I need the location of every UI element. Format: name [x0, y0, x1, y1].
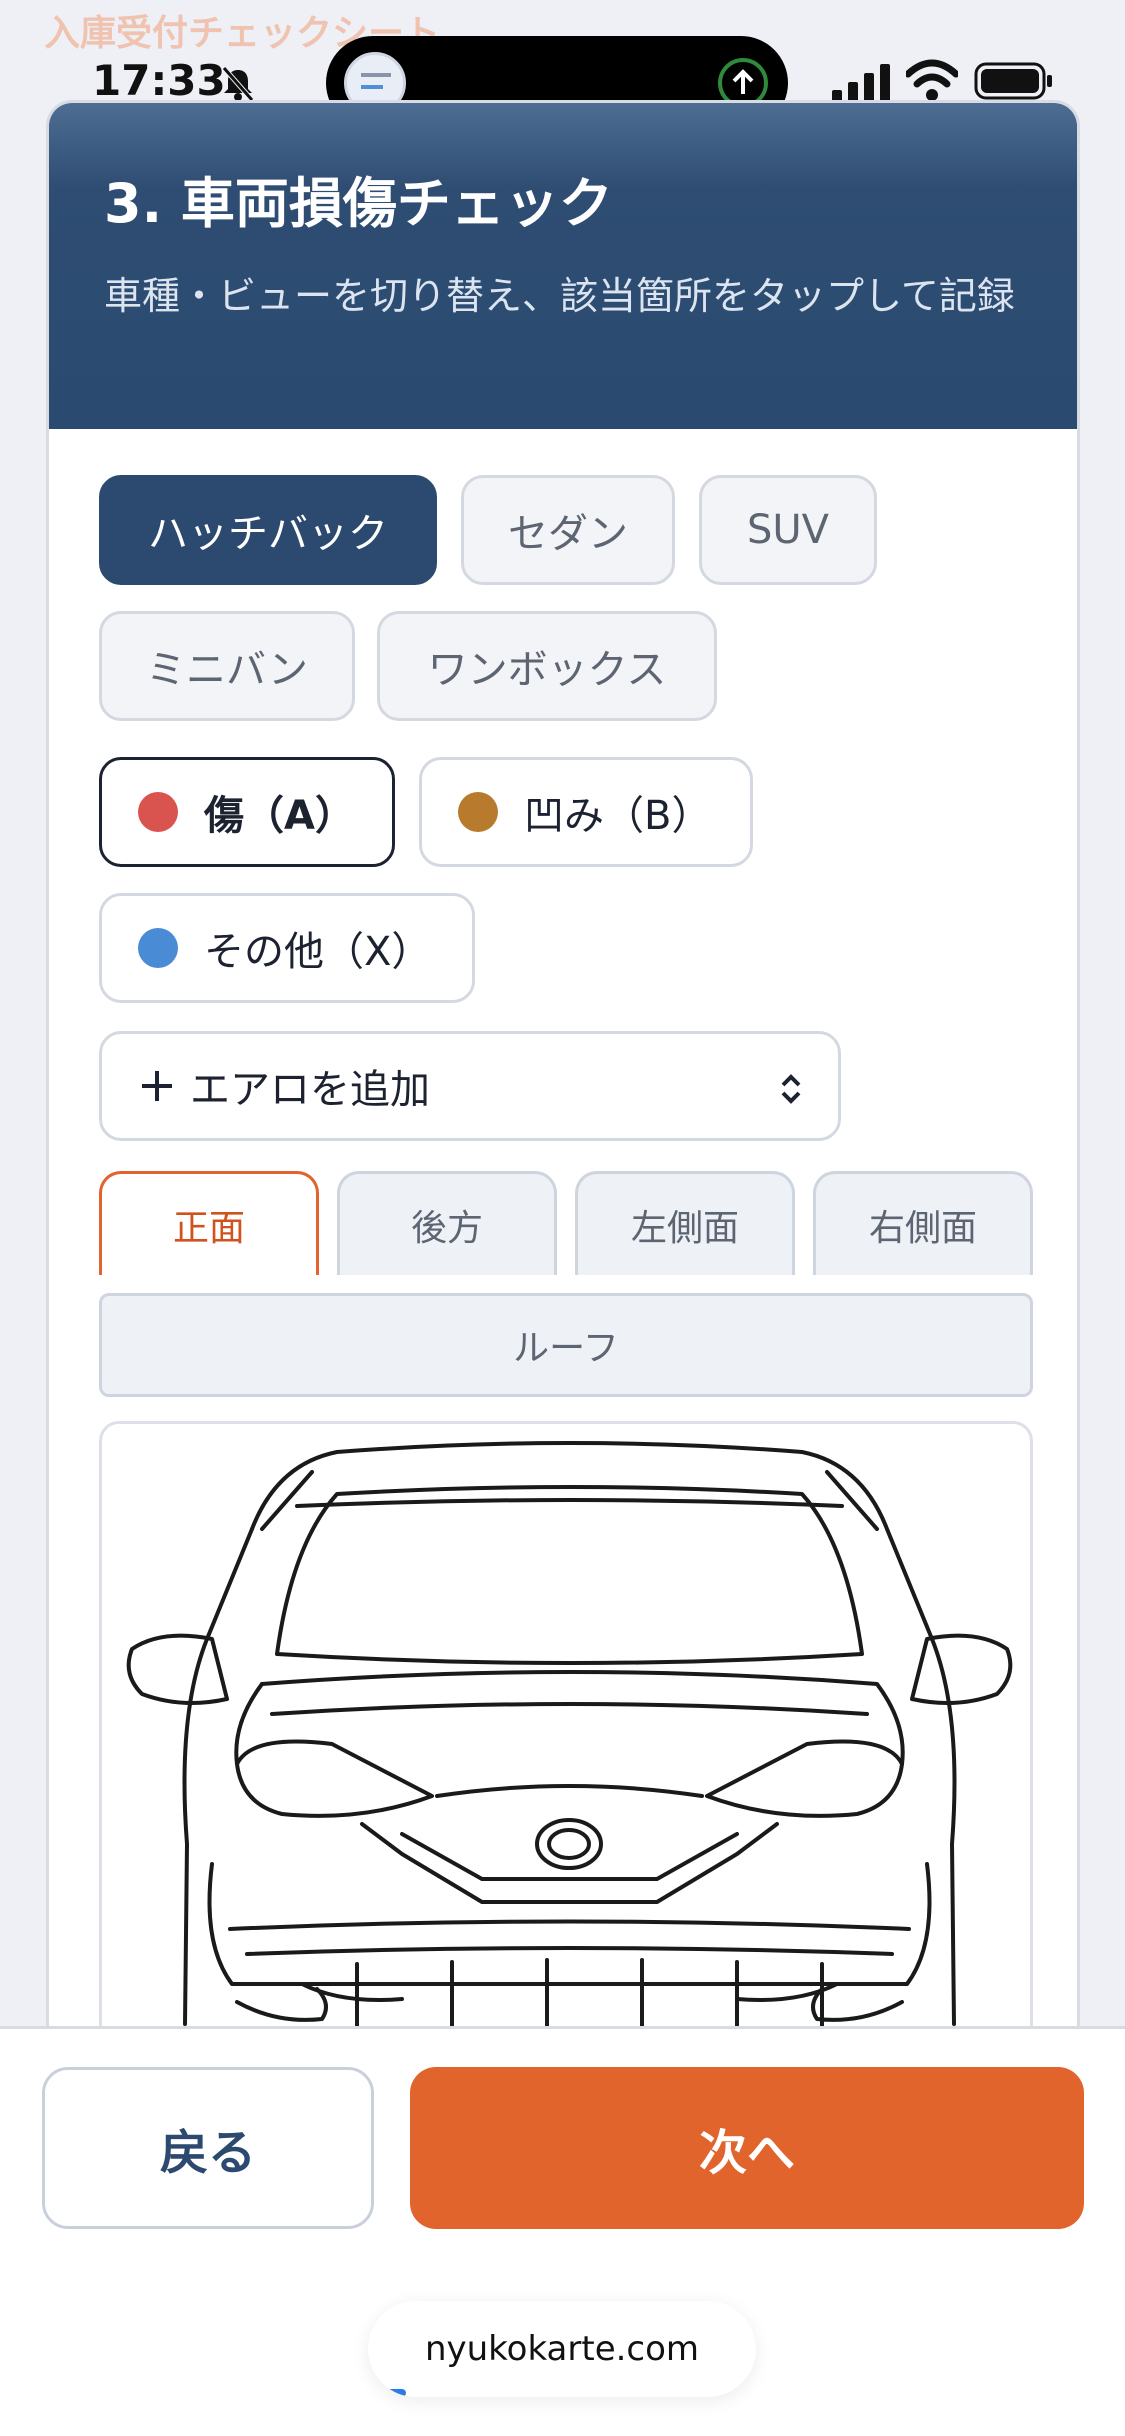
vehicle-type-onebox[interactable]: ワンボックス — [377, 611, 717, 721]
tab-roof[interactable]: ルーフ — [99, 1293, 1033, 1397]
status-time: 17:33 — [92, 56, 226, 105]
page-load-progress — [376, 2389, 406, 2397]
battery-icon — [974, 62, 1052, 100]
damage-type-label: その他（X） — [204, 929, 432, 975]
add-aero-select[interactable]: エアロを追加 — [99, 1031, 841, 1141]
car-diagram-canvas[interactable] — [99, 1421, 1033, 2057]
plus-icon — [142, 1071, 172, 1101]
damage-type-other[interactable]: その他（X） — [99, 893, 475, 1003]
blue-dot-icon — [138, 928, 178, 968]
vehicle-type-hatchback[interactable]: ハッチバック — [99, 475, 437, 585]
bell-muted-icon — [222, 66, 254, 102]
tab-right-side[interactable]: 右側面 — [813, 1171, 1033, 1275]
section-header: 3. 車両損傷チェック 車種・ビューを切り替え、該当箇所をタップして記録 — [49, 103, 1077, 429]
cellular-signal-icon — [832, 64, 890, 102]
red-dot-icon — [138, 792, 178, 832]
url-text: nyukokarte.com — [424, 2329, 700, 2369]
tab-left-side[interactable]: 左側面 — [575, 1171, 795, 1275]
damage-type-dent[interactable]: 凹み（B） — [419, 757, 753, 867]
back-button[interactable]: 戻る — [42, 2067, 374, 2229]
bottom-action-bar: 戻る 次へ nyukokarte.com — [0, 2026, 1125, 2436]
damage-type-scratch[interactable]: 傷（A） — [99, 757, 395, 867]
damage-type-label: 傷（A） — [204, 793, 355, 839]
next-button[interactable]: 次へ — [410, 2067, 1084, 2229]
section-subtitle: 車種・ビューを切り替え、該当箇所をタップして記録 — [104, 274, 1015, 318]
tab-rear[interactable]: 後方 — [337, 1171, 557, 1275]
vehicle-type-minivan[interactable]: ミニバン — [99, 611, 355, 721]
browser-url-bar[interactable]: nyukokarte.com — [368, 2301, 756, 2397]
tab-front[interactable]: 正面 — [99, 1171, 319, 1275]
car-front-view-illustration — [126, 1441, 1013, 2046]
damage-type-label: 凹み（B） — [524, 793, 712, 839]
wifi-icon — [906, 59, 958, 101]
brown-dot-icon — [458, 792, 498, 832]
vehicle-type-sedan[interactable]: セダン — [461, 475, 675, 585]
damage-check-card: 3. 車両損傷チェック 車種・ビューを切り替え、該当箇所をタップして記録 ハッチ… — [46, 100, 1080, 2060]
chevron-up-down-icon — [781, 1074, 801, 1104]
add-aero-label: エアロを追加 — [190, 1067, 430, 1113]
vehicle-type-suv[interactable]: SUV — [699, 475, 877, 585]
section-title: 3. 車両損傷チェック — [104, 172, 613, 235]
